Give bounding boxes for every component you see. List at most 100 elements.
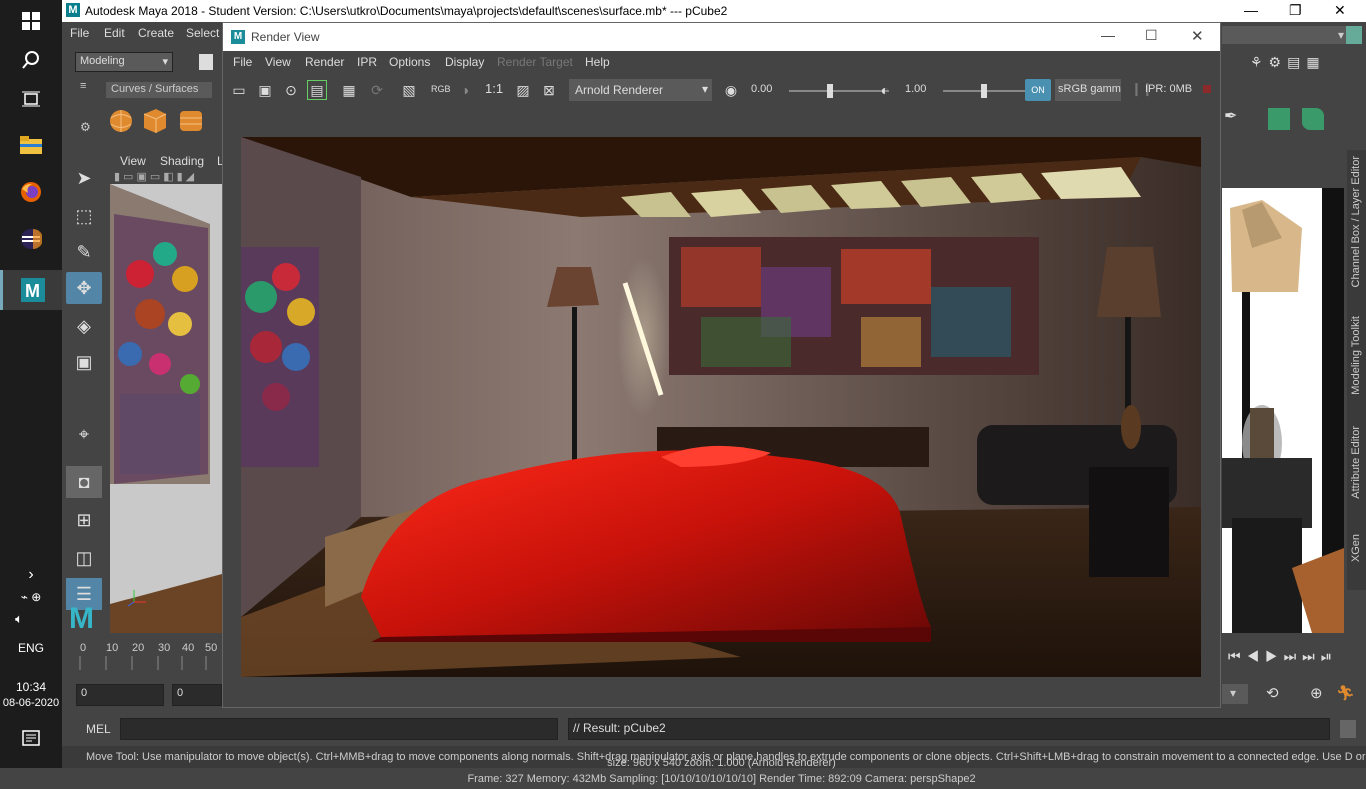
command-language-label[interactable]: MEL [86,722,111,736]
exposure-field[interactable]: 0.00 [747,81,789,101]
rv-menu-options[interactable]: Options [389,55,430,69]
file-icon[interactable] [199,54,213,70]
maya-window-title: Autodesk Maya 2018 - Student Version: C:… [85,4,728,18]
gamma-icon: ◐ [880,82,890,98]
scale-tool-icon[interactable]: ▣ [66,346,102,378]
pen-icon[interactable]: ✒ [1224,106,1237,126]
notification-icon[interactable] [16,724,46,754]
display-image-icon[interactable]: ▨ [513,80,533,100]
volume-icon[interactable]: 🔈︎ [4,604,34,634]
rgb-channel-button[interactable]: RGB [431,84,451,94]
rv-menu-ipr[interactable]: IPR [357,55,377,69]
exposure-slider-knob[interactable] [827,84,833,98]
left-viewport[interactable]: View Shading L ▮▭▣▭◧▮◢ [110,150,224,633]
menu-edit[interactable]: Edit [104,26,125,40]
rotate-tool-icon[interactable]: ◈ [66,310,102,342]
svg-text:M: M [25,281,40,301]
search-icon[interactable] [16,45,46,75]
anim-layer-select[interactable]: ▾ [1222,684,1248,704]
svg-text:M: M [69,602,94,632]
time-slider[interactable]: 0 10 20 30 40 50 [62,638,222,674]
single-pane-layout-icon[interactable]: ◘ [66,466,102,498]
tab-channel-box[interactable]: Channel Box / Layer Editor [1350,156,1362,287]
gear-icon[interactable]: ⚙ [80,120,91,134]
rv-maximize-button[interactable]: ☐ [1145,27,1158,44]
windows-start-icon[interactable] [16,6,46,36]
status-line-icons[interactable]: ⚘⚙▤▦ [1250,54,1326,71]
refresh-ipr-icon[interactable]: ▦ [339,80,359,100]
clock-date[interactable]: 08-06-2020 [0,697,62,709]
lock-icon[interactable] [1346,26,1362,44]
hamburger-icon[interactable]: ≡ [80,80,86,92]
exposure-slider[interactable] [789,84,889,98]
end-frame-field[interactable]: 0 [172,684,222,706]
tab-attribute-editor[interactable]: Attribute Editor [1350,426,1362,499]
rv-menu-file[interactable]: File [233,55,252,69]
clock-time[interactable]: 10:34 [0,680,62,694]
rv-minimize-button[interactable]: — [1101,27,1115,43]
real-size-button[interactable]: 1:1 [485,81,503,96]
tab-modeling-toolkit[interactable]: Modeling Toolkit [1350,316,1362,395]
script-editor-icon[interactable] [1340,720,1356,738]
rv-menu-help[interactable]: Help [585,55,610,69]
redo-previous-render-icon[interactable]: ▭ [229,80,249,100]
exposure-icon: ◉ [724,81,738,98]
four-pane-layout-icon[interactable]: ⊞ [66,504,102,536]
renderer-select[interactable]: Arnold Renderer ▾ [569,79,712,101]
language-indicator[interactable]: ENG [0,641,62,655]
snapshot-icon[interactable]: ⊙ [281,80,301,100]
paint-select-tool-icon[interactable]: ✎ [66,236,102,268]
eclipse-icon[interactable] [16,224,46,254]
viewport-menu-view[interactable]: View [120,154,146,168]
mode-select[interactable]: Modeling ▾ [75,52,173,72]
viewport-toolbar-icons[interactable]: ▮▭▣▭◧▮◢ [114,170,197,183]
auto-key-icon[interactable]: ⊕ [1310,684,1323,702]
start-frame-field[interactable]: 0 [76,684,164,706]
shelf-tab-curves-surfaces[interactable]: Curves / Surfaces [106,82,212,98]
alpha-channel-icon[interactable]: ◑ [455,80,475,100]
ipr-render-icon[interactable]: ▤ [307,80,327,100]
restore-button[interactable]: ❐ [1289,2,1302,19]
shelf-icons[interactable] [108,106,218,136]
two-pane-layout-icon[interactable]: ◫ [66,542,102,574]
command-input[interactable] [120,718,558,740]
maya-taskbar-icon[interactable]: M [0,270,62,310]
keep-image-icon[interactable]: ▧ [399,80,419,100]
rv-menu-view[interactable]: View [265,55,291,69]
minimize-button[interactable]: — [1244,2,1258,18]
tab-xgen[interactable]: XGen [1350,534,1362,562]
firefox-icon[interactable] [16,177,46,207]
color-management-toggle-icon[interactable]: ON [1025,79,1051,101]
lasso-tool-icon[interactable]: ⬚ [66,200,102,232]
loop-icon[interactable]: ⟲ [1266,684,1279,702]
gamma-slider-knob[interactable] [981,84,987,98]
render-canvas[interactable]: size: 960 x 540 zoom: 1.000 (Arnold Rend… [223,105,1220,785]
show-manipulator-icon[interactable]: ⌖ [66,418,102,450]
rv-menu-render[interactable]: Render [305,55,344,69]
rv-close-button[interactable]: ✕ [1191,27,1204,45]
remove-image-icon[interactable]: ⊠ [539,80,559,100]
range-fields: 0 0 [62,680,222,710]
gamma-field[interactable]: 1.00 [901,81,943,101]
menu-select[interactable]: Select [186,26,219,40]
ipr-stop-icon[interactable] [1203,85,1211,93]
cylinder-shelf-icon[interactable] [1302,108,1324,130]
render-view-menubar: File View Render IPR Options Display Ren… [223,51,1220,75]
playback-buttons-icons[interactable]: ⏮◀▶⏭⏭︎⏯ [1228,648,1338,665]
cube-shelf-icon[interactable] [1268,108,1290,130]
menu-file[interactable]: File [70,26,89,40]
task-view-icon[interactable] [16,84,46,114]
move-tool-icon[interactable]: ✥ [66,272,102,304]
run-icon[interactable]: 🏃︎ [1336,684,1355,702]
right-viewport[interactable] [1222,188,1344,633]
select-tool-icon[interactable]: ➤ [66,162,102,194]
close-button[interactable]: ✕ [1334,2,1346,19]
color-space-select[interactable]: sRGB gamm [1055,79,1121,101]
render-region-icon[interactable]: ▣ [255,80,275,100]
workspace-select[interactable]: ▾ [1222,26,1362,44]
rv-menu-display[interactable]: Display [445,55,484,69]
menu-create[interactable]: Create [138,26,174,40]
rv-menu-render-target: Render Target [497,55,573,69]
file-explorer-icon[interactable] [16,130,46,160]
viewport-menu-shading[interactable]: Shading [160,154,204,168]
